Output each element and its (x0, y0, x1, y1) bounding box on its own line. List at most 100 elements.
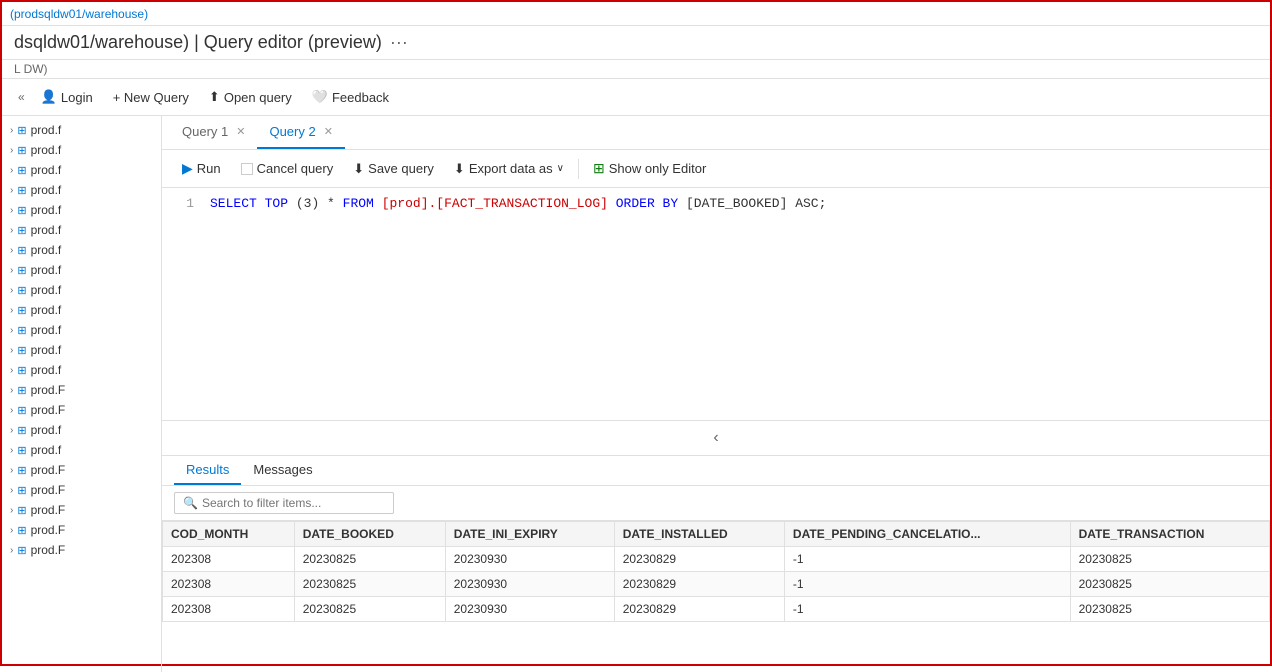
sidebar-item[interactable]: › ⊞ prod.F (2, 500, 161, 520)
sidebar-item[interactable]: › ⊞ prod.F (2, 520, 161, 540)
show-only-editor-button[interactable]: ⊞ Show only Editor (585, 156, 714, 181)
search-input[interactable] (202, 496, 385, 510)
chevron-right-icon: › (10, 125, 13, 136)
chevron-right-icon: › (10, 385, 13, 396)
cell-cod-month: 202308 (163, 547, 295, 572)
collapse-results-button[interactable]: ‹ (709, 425, 722, 451)
table-icon: ⊞ (17, 464, 26, 477)
line-number: 1 (174, 196, 194, 211)
chevron-right-icon: › (10, 245, 13, 256)
search-icon: 🔍 (183, 496, 198, 510)
sidebar-item[interactable]: › ⊞ prod.f (2, 340, 161, 360)
chevron-right-icon: › (10, 325, 13, 336)
cell-date-booked: 20230825 (294, 547, 445, 572)
sidebar-item[interactable]: › ⊞ prod.F (2, 540, 161, 560)
run-button[interactable]: ▶ Run (174, 156, 229, 181)
table-icon: ⊞ (17, 524, 26, 537)
tab-query2[interactable]: Query 2 ✕ (257, 116, 344, 149)
save-icon: ⬇ (353, 161, 364, 177)
table-row: 202308 20230825 20230930 20230829 -1 202… (163, 572, 1270, 597)
sidebar-item[interactable]: › ⊞ prod.F (2, 380, 161, 400)
close-query1-icon[interactable]: ✕ (236, 125, 245, 138)
sidebar-item[interactable]: › ⊞ prod.f (2, 140, 161, 160)
play-icon: ▶ (182, 160, 193, 177)
cell-cod-month: 202308 (163, 572, 295, 597)
sidebar-item[interactable]: › ⊞ prod.f (2, 280, 161, 300)
dropdown-arrow-icon: ∨ (557, 163, 564, 174)
sidebar-item[interactable]: › ⊞ prod.f (2, 420, 161, 440)
collapse-sidebar-button[interactable]: « (14, 86, 29, 108)
sidebar-item[interactable]: › ⊞ prod.f (2, 440, 161, 460)
col-cod-month: COD_MONTH (163, 522, 295, 547)
header: dsqldw01/warehouse) | Query editor (prev… (2, 26, 1270, 60)
chevron-right-icon: › (10, 505, 13, 516)
sidebar-item-label: prod.f (31, 343, 62, 357)
table-icon: ⊞ (17, 184, 26, 197)
top-bar: (prodsqldw01/warehouse) (2, 2, 1270, 26)
sidebar-item-label: prod.F (31, 403, 66, 417)
cell-date-installed: 20230829 (614, 547, 784, 572)
chevron-right-icon: › (10, 445, 13, 456)
table-row: 202308 20230825 20230930 20230829 -1 202… (163, 597, 1270, 622)
col-date-booked: DATE_BOOKED (294, 522, 445, 547)
close-query2-icon[interactable]: ✕ (324, 125, 333, 138)
sidebar-item-label: prod.F (31, 523, 66, 537)
open-query-button[interactable]: ⬆ Open query (201, 85, 300, 109)
cell-date-pending: -1 (784, 547, 1070, 572)
results-area: Results Messages 🔍 COD_MONTH DATE_BOOKED… (162, 456, 1270, 672)
sidebar-item-label: prod.f (31, 303, 62, 317)
sidebar-item[interactable]: › ⊞ prod.f (2, 120, 161, 140)
sidebar-item[interactable]: › ⊞ prod.f (2, 260, 161, 280)
table-icon: ⊞ (17, 324, 26, 337)
sidebar-item[interactable]: › ⊞ prod.f (2, 160, 161, 180)
login-button[interactable]: 👤 Login (33, 85, 101, 109)
sidebar-item-label: prod.f (31, 243, 62, 257)
chevron-right-icon: › (10, 365, 13, 376)
cell-date-ini-expiry: 20230930 (445, 572, 614, 597)
table-icon: ⊞ (17, 344, 26, 357)
export-icon: ⬇ (454, 161, 465, 177)
login-icon: 👤 (41, 89, 57, 105)
table-icon: ⊞ (17, 444, 26, 457)
sidebar-item[interactable]: › ⊞ prod.f (2, 220, 161, 240)
sidebar-item-label: prod.F (31, 483, 66, 497)
tab-query1[interactable]: Query 1 ✕ (170, 116, 257, 149)
save-query-button[interactable]: ⬇ Save query (345, 157, 442, 181)
sidebar-item[interactable]: › ⊞ prod.f (2, 240, 161, 260)
cell-date-transaction: 20230825 (1070, 547, 1269, 572)
sidebar-item[interactable]: › ⊞ prod.f (2, 300, 161, 320)
cell-date-installed: 20230829 (614, 597, 784, 622)
main-layout: › ⊞ prod.f › ⊞ prod.f › ⊞ prod.f › ⊞ pro… (2, 116, 1270, 672)
results-search-bar: 🔍 (162, 486, 1270, 521)
sidebar-item[interactable]: › ⊞ prod.f (2, 320, 161, 340)
heart-icon: 🤍 (312, 89, 328, 105)
chevron-right-icon: › (10, 225, 13, 236)
sidebar-item-label: prod.F (31, 543, 66, 557)
sidebar-item[interactable]: › ⊞ prod.F (2, 480, 161, 500)
col-date-ini-expiry: DATE_INI_EXPIRY (445, 522, 614, 547)
cell-date-booked: 20230825 (294, 572, 445, 597)
chevron-right-icon: › (10, 425, 13, 436)
sidebar-item[interactable]: › ⊞ prod.F (2, 460, 161, 480)
sidebar-item-label: prod.F (31, 503, 66, 517)
table-icon: ⊞ (17, 164, 26, 177)
feedback-button[interactable]: 🤍 Feedback (304, 85, 397, 109)
chevron-right-icon: › (10, 305, 13, 316)
new-query-button[interactable]: + New Query (105, 86, 197, 109)
tab-messages[interactable]: Messages (241, 456, 324, 485)
sidebar-item[interactable]: › ⊞ prod.f (2, 360, 161, 380)
tab-results[interactable]: Results (174, 456, 241, 485)
sql-editor[interactable]: 1 SELECT TOP (3) * FROM [prod].[FACT_TRA… (162, 188, 1270, 421)
more-options-icon[interactable]: ··· (390, 32, 408, 53)
sidebar-item[interactable]: › ⊞ prod.f (2, 180, 161, 200)
cancel-query-button[interactable]: Cancel query (233, 157, 342, 180)
top-bar-title[interactable]: (prodsqldw01/warehouse) (10, 7, 148, 21)
sidebar-item[interactable]: › ⊞ prod.f (2, 200, 161, 220)
page-title: dsqldw01/warehouse) | Query editor (prev… (14, 32, 382, 53)
table-icon: ⊞ (17, 404, 26, 417)
cell-date-transaction: 20230825 (1070, 597, 1269, 622)
export-data-button[interactable]: ⬇ Export data as ∨ (446, 157, 572, 181)
sidebar-item-label: prod.f (31, 423, 62, 437)
cell-date-ini-expiry: 20230930 (445, 547, 614, 572)
sidebar-item[interactable]: › ⊞ prod.F (2, 400, 161, 420)
